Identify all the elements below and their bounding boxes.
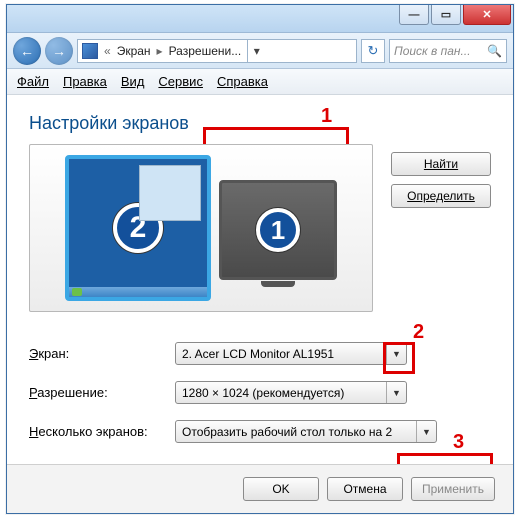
monitor-2[interactable]: 2 bbox=[65, 155, 211, 301]
annotation-2: 2 bbox=[413, 321, 424, 344]
navbar: ← → « Экран ▸ Разрешени... ▾ ↻ Поиск в п… bbox=[7, 33, 513, 69]
find-button[interactable]: Найти bbox=[391, 152, 491, 176]
monitor-layout-box[interactable]: 2 1 bbox=[29, 144, 373, 312]
maximize-button[interactable]: ▭ bbox=[431, 5, 461, 25]
chevron-down-icon: ▼ bbox=[416, 421, 436, 442]
search-input[interactable]: Поиск в пан... 🔍 bbox=[389, 39, 507, 63]
refresh-button[interactable]: ↻ bbox=[361, 39, 385, 63]
monitor-icon bbox=[82, 43, 98, 59]
resolution-select[interactable]: 1280 × 1024 (рекомендуется) ▼ bbox=[175, 381, 407, 404]
apply-button[interactable]: Применить bbox=[411, 477, 495, 501]
monitor-1[interactable]: 1 bbox=[219, 180, 337, 280]
row-multi: Несколько экранов: Отобразить рабочий ст… bbox=[29, 420, 491, 443]
menu-edit[interactable]: Правка bbox=[63, 74, 107, 89]
multi-select[interactable]: Отобразить рабочий стол только на 2 ▼ bbox=[175, 420, 437, 443]
multi-value: Отобразить рабочий стол только на 2 bbox=[182, 425, 392, 439]
search-placeholder: Поиск в пан... bbox=[394, 44, 471, 58]
menu-view[interactable]: Вид bbox=[121, 74, 145, 89]
close-button[interactable]: ✕ bbox=[463, 5, 511, 25]
monitor-2-window bbox=[139, 165, 201, 221]
screen-value: 2. Acer LCD Monitor AL1951 bbox=[182, 347, 334, 361]
row-screen: Экран: 2. Acer LCD Monitor AL1951 ▼ bbox=[29, 342, 491, 365]
monitor-preview: 2 1 Найти Определить bbox=[29, 144, 491, 312]
breadcrumb[interactable]: « Экран ▸ Разрешени... ▾ bbox=[77, 39, 357, 63]
back-button[interactable]: ← bbox=[13, 37, 41, 65]
chevron-down-icon: ▼ bbox=[386, 343, 406, 364]
menu-tools[interactable]: Сервис bbox=[158, 74, 203, 89]
breadcrumb-item-screen[interactable]: Экран bbox=[117, 44, 151, 58]
menubar: Файл Правка Вид Сервис Справка bbox=[7, 69, 513, 95]
chevron-down-icon: ▼ bbox=[386, 382, 406, 403]
window: — ▭ ✕ ← → « Экран ▸ Разрешени... ▾ ↻ Пои… bbox=[6, 4, 514, 514]
refresh-icon: ↻ bbox=[368, 43, 379, 59]
annotation-3: 3 bbox=[453, 431, 464, 454]
resolution-label: Разрешение: bbox=[29, 385, 175, 400]
cancel-button[interactable]: Отмена bbox=[327, 477, 403, 501]
arrow-right-icon: → bbox=[52, 43, 66, 59]
content: Настройки экранов 1 2 1 Найти Определить bbox=[7, 95, 513, 469]
settings-form: Экран: 2. Acer LCD Monitor AL1951 ▼ 2 Ра… bbox=[29, 342, 491, 443]
detect-button[interactable]: Определить bbox=[391, 184, 491, 208]
screen-label: Экран: bbox=[29, 346, 175, 361]
monitor-1-badge: 1 bbox=[256, 208, 300, 252]
chevron-right-icon: ▸ bbox=[157, 44, 163, 58]
breadcrumb-item-resolution[interactable]: Разрешени... bbox=[169, 44, 242, 58]
chevron-down-icon: ▾ bbox=[254, 44, 260, 58]
search-icon: 🔍 bbox=[487, 44, 502, 58]
multi-label: Несколько экранов: bbox=[29, 424, 175, 439]
monitor-2-taskbar bbox=[69, 287, 207, 297]
forward-button[interactable]: → bbox=[45, 37, 73, 65]
arrow-left-icon: ← bbox=[20, 43, 34, 59]
breadcrumb-dropdown[interactable]: ▾ bbox=[247, 40, 265, 62]
row-resolution: Разрешение: 1280 × 1024 (рекомендуется) … bbox=[29, 381, 491, 404]
annotation-1: 1 bbox=[321, 105, 332, 128]
menu-file[interactable]: Файл bbox=[17, 74, 49, 89]
resolution-value: 1280 × 1024 (рекомендуется) bbox=[182, 386, 344, 400]
page-title: Настройки экранов bbox=[29, 113, 491, 134]
minimize-button[interactable]: — bbox=[399, 5, 429, 25]
titlebar: — ▭ ✕ bbox=[7, 5, 513, 33]
screen-select[interactable]: 2. Acer LCD Monitor AL1951 ▼ bbox=[175, 342, 407, 365]
menu-help[interactable]: Справка bbox=[217, 74, 268, 89]
preview-buttons: Найти Определить bbox=[391, 144, 491, 312]
start-icon bbox=[72, 288, 82, 296]
chevron-left-icon: « bbox=[104, 44, 111, 58]
ok-button[interactable]: OK bbox=[243, 477, 319, 501]
footer: OK Отмена Применить bbox=[7, 464, 513, 513]
